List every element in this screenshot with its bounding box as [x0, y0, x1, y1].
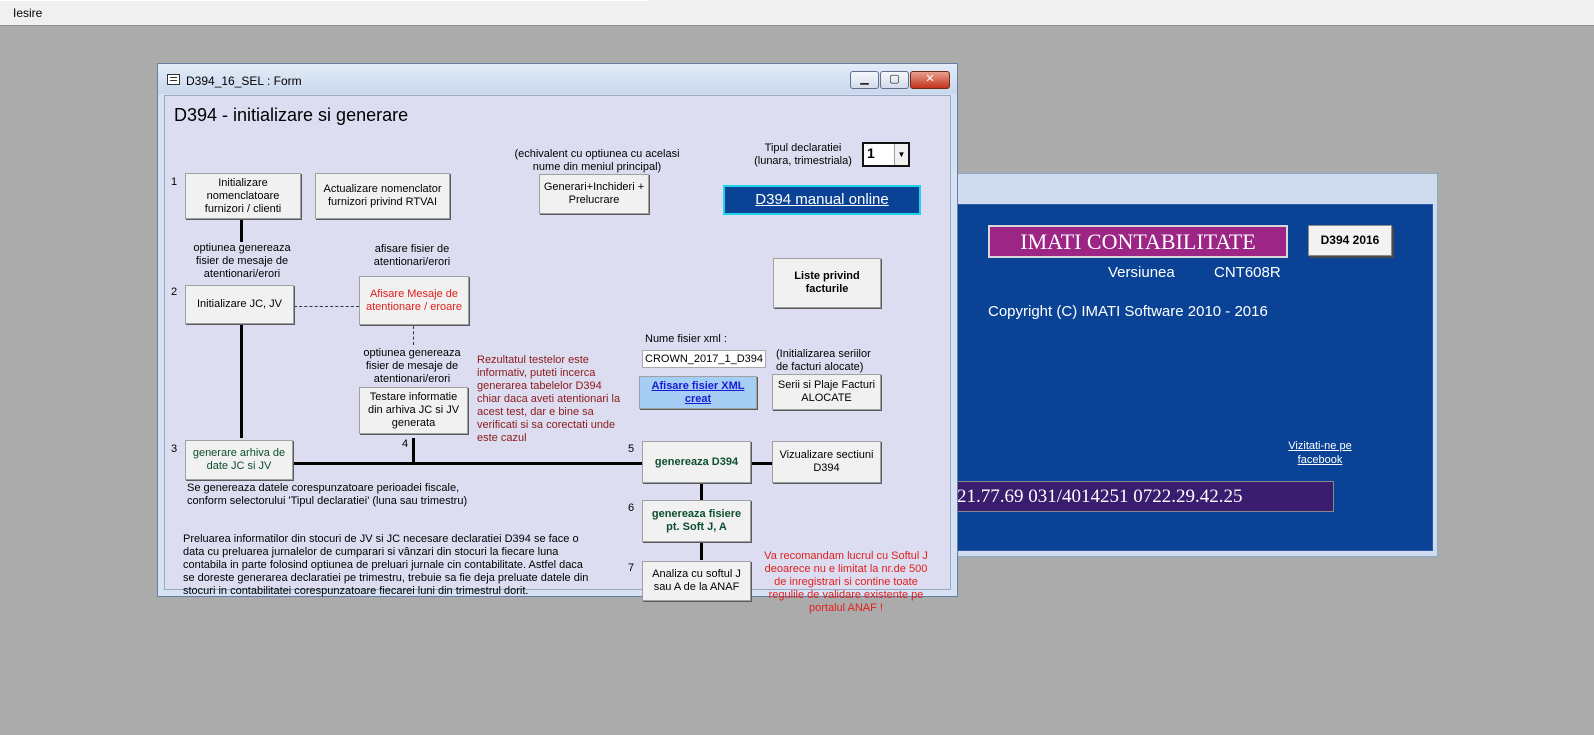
declaration-type-value: 1 [867, 145, 875, 161]
recommendation-note: Va recomandam lucrul cu Softul J deoarec… [764, 550, 928, 614]
form-heading: D394 - initializare si generare [174, 105, 409, 125]
menu-bar: Iesire [0, 0, 1594, 26]
invoice-lists-button[interactable]: Liste privind facturile [773, 258, 881, 308]
step-number-7: 7 [628, 562, 635, 574]
generates-messages-note: optiunea genereaza fisier de mesaje de a… [193, 242, 291, 280]
d394-2016-button[interactable]: D394 2016 [1308, 225, 1392, 256]
form-icon [167, 74, 180, 85]
init-nomenclatoare-button[interactable]: Initializare nomenclatoare furnizori / c… [185, 173, 301, 219]
display-file-note: afisare fisier de atentionari/erori [373, 243, 451, 268]
step-number-6: 6 [628, 502, 635, 514]
actualizare-nomenclator-button[interactable]: Actualizare nomenclator furnizori privin… [315, 173, 450, 219]
form-title: D394_16_SEL : Form [186, 74, 302, 88]
series-init-note: (Initializarea seriilor de facturi aloca… [776, 348, 871, 373]
equivalent-note: (echivalent cu optiunea cu acelasi nume … [514, 148, 680, 173]
menu-item-iesire[interactable]: Iesire [13, 6, 42, 20]
step-number-4: 4 [402, 438, 409, 450]
declaration-type-select[interactable]: 1 ▼ [862, 142, 910, 167]
bottom-area [0, 723, 1594, 735]
generate-d394-button[interactable]: genereaza D394 [642, 441, 751, 483]
step-number-1: 1 [171, 176, 178, 188]
generari-button[interactable]: Generari+Inchideri + Prelucrare [539, 174, 649, 214]
generate-archive-button[interactable]: generare arhiva de date JC si JV [185, 440, 293, 480]
maximize-button[interactable]: ▢ [880, 71, 909, 89]
step-number-5: 5 [628, 443, 635, 455]
xml-filename-label: Nume fisier xml : [645, 333, 727, 345]
generate-files-button[interactable]: genereaza fisiere pt. Soft J, A [642, 500, 751, 542]
menu-bar-highlight [0, 0, 648, 1]
step-number-3: 3 [171, 443, 178, 455]
close-button[interactable]: ✕ [910, 71, 950, 89]
version-value: CNT608R [1214, 264, 1281, 281]
version-label: Versiunea [1108, 264, 1175, 281]
data-import-note: Preluarea informatilor din stocuri de JV… [183, 533, 589, 597]
test-archive-button[interactable]: Testare informatie din arhiva JC si JV g… [359, 387, 468, 434]
connector-line [240, 325, 243, 438]
show-xml-button[interactable]: Afisare fisier XML creat [639, 376, 757, 409]
copyright-text: Copyright (C) IMATI Software 2010 - 2016 [988, 303, 1268, 320]
test-results-note: Rezultatul testelor este informativ, put… [477, 354, 621, 444]
declaration-type-label: Tipul declaratiei (lunara, trimestriala) [754, 142, 852, 167]
chevron-down-icon[interactable]: ▼ [894, 144, 908, 165]
xml-filename-field[interactable]: CROWN_2017_1_D394 [642, 350, 766, 368]
dotted-connector [413, 326, 414, 345]
analyze-anaf-button[interactable]: Analiza cu softul J sau A de la ANAF [642, 561, 751, 601]
facebook-link[interactable]: Vizitati-ne pe facebook [1272, 439, 1368, 467]
generates-messages-note-2: optiunea genereaza fisier de mesaje de a… [363, 347, 461, 385]
form-titlebar[interactable]: D394_16_SEL : Form ▁ ▢ ✕ [158, 64, 957, 94]
background-window: IMATI CONTABILITATE D394 2016 Versiunea … [946, 173, 1438, 557]
connector-line [700, 484, 703, 500]
fiscal-period-note: Se genereaza datele corespunzatoare peri… [187, 482, 468, 507]
dotted-connector [294, 306, 359, 307]
brand-banner: IMATI CONTABILITATE [988, 225, 1288, 258]
background-window-panel: IMATI CONTABILITATE D394 2016 Versiunea … [951, 204, 1433, 551]
minimize-button[interactable]: ▁ [850, 71, 879, 89]
view-sections-button[interactable]: Vizualizare sectiuni D394 [772, 441, 881, 483]
invoice-series-button[interactable]: Serii si Plaje Facturi ALOCATE [772, 374, 881, 410]
form-content: D394 - initializare si generare (echival… [164, 95, 951, 614]
connector-line [751, 462, 773, 465]
connector-line [293, 462, 643, 465]
phone-banner: 21.77.69 031/4014251 0722.29.42.25 [956, 481, 1334, 512]
manual-online-button[interactable]: D394 manual online [723, 185, 921, 215]
display-messages-button[interactable]: Afisare Mesaje de atentionare / eroare [359, 276, 469, 325]
connector-line [240, 220, 243, 242]
init-jc-jv-button[interactable]: Initializare JC, JV [185, 285, 294, 324]
connector-line [412, 438, 415, 464]
step-number-2: 2 [171, 286, 178, 298]
connector-line [700, 543, 703, 560]
d394-form-window: D394_16_SEL : Form ▁ ▢ ✕ D394 - initiali… [157, 63, 958, 614]
